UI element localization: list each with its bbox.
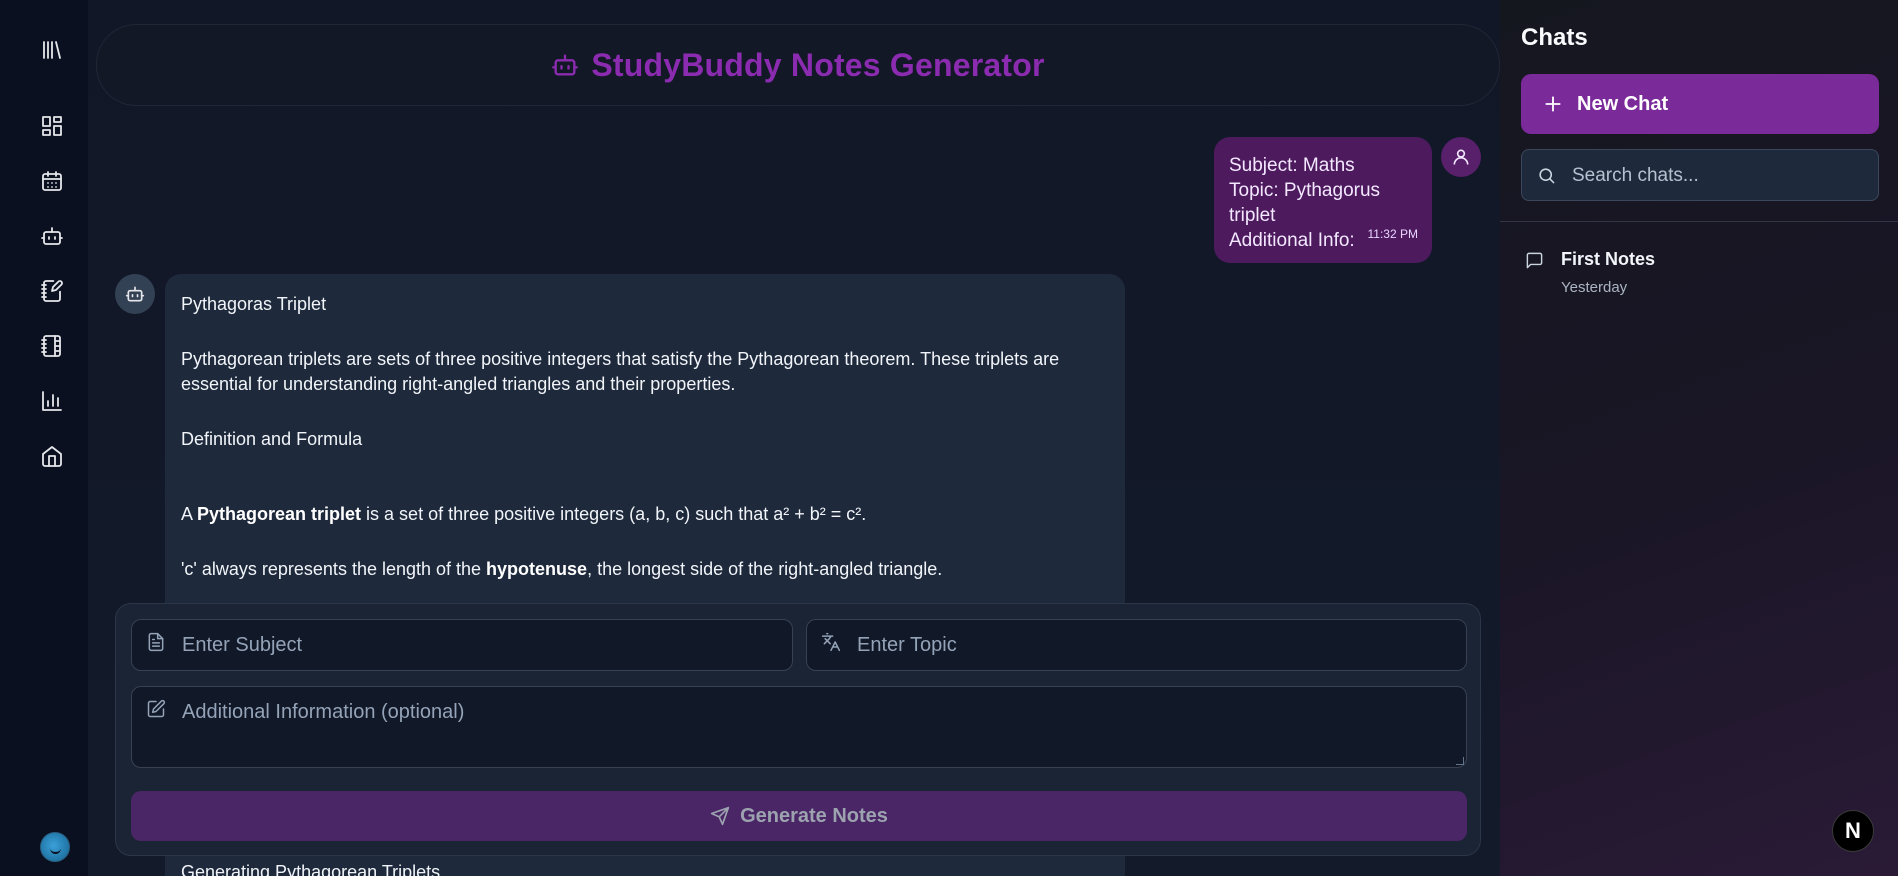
notebook-tabs-icon[interactable] <box>36 330 68 362</box>
languages-icon <box>821 632 841 658</box>
library-icon[interactable] <box>36 34 68 66</box>
edit-icon <box>146 699 166 725</box>
user-message-subject: Subject: Maths <box>1229 155 1355 176</box>
notes-intro: Pythagorean triplets are sets of three p… <box>181 349 1060 394</box>
additional-info-placeholder: Additional Information (optional) <box>182 701 465 723</box>
user-avatar[interactable] <box>40 832 70 862</box>
sidebar-title: Chats <box>1521 24 1588 51</box>
notes-subsection: Generating Pythagorean Triplets <box>181 862 441 876</box>
resize-handle[interactable] <box>1456 757 1464 765</box>
notes-section-title: Definition and Formula <box>181 429 363 449</box>
user-icon <box>1441 137 1481 177</box>
notes-heading: Pythagoras Triplet <box>181 294 327 314</box>
notebook-pen-icon[interactable] <box>36 275 68 307</box>
chat-list-item[interactable]: First Notes Yesterday <box>1521 246 1879 302</box>
notes-hypotenuse: 'c' always represents the length of the … <box>181 559 943 579</box>
search-icon <box>1539 168 1555 184</box>
notes-form: Enter Subject Enter Topic Additional Inf… <box>115 603 1481 856</box>
subject-input[interactable]: Enter Subject <box>131 619 793 671</box>
bar-chart-icon[interactable] <box>36 385 68 417</box>
chat-name: First Notes <box>1561 249 1656 269</box>
generate-notes-label: Generate Notes <box>740 804 888 827</box>
new-chat-label: New Chat <box>1577 92 1669 115</box>
calendar-icon[interactable] <box>36 165 68 197</box>
notes-definition: A Pythagorean triplet is a set of three … <box>181 504 867 524</box>
subject-placeholder: Enter Subject <box>182 634 303 656</box>
new-chat-button[interactable]: New Chat <box>1521 74 1879 134</box>
chat-main: StudyBuddy Notes Generator Subject: Math… <box>88 0 1500 876</box>
chats-sidebar: Chats New Chat First Notes Yesterday <box>1500 0 1898 876</box>
divider <box>1500 221 1898 222</box>
user-message-bubble: Subject: Maths Topic: Pythagorus triplet… <box>1214 137 1432 263</box>
page-title: StudyBuddy Notes Generator <box>591 46 1045 83</box>
topic-placeholder: Enter Topic <box>857 634 957 656</box>
send-icon <box>710 806 730 826</box>
page-header: StudyBuddy Notes Generator <box>96 24 1500 106</box>
generate-notes-button[interactable]: Generate Notes <box>131 791 1467 841</box>
left-nav-rail <box>0 0 88 876</box>
bot-icon <box>115 274 155 314</box>
chat-date: Yesterday <box>1561 279 1628 296</box>
plus-icon <box>1545 96 1561 112</box>
next-dev-badge[interactable]: N <box>1832 810 1874 852</box>
message-square-icon <box>1526 252 1543 269</box>
file-text-icon <box>146 632 166 658</box>
home-icon[interactable] <box>36 440 68 472</box>
topic-input[interactable]: Enter Topic <box>806 619 1467 671</box>
message-timestamp: 11:32 PM <box>1367 227 1418 241</box>
dashboard-icon[interactable] <box>36 110 68 142</box>
search-input[interactable] <box>1572 162 1862 190</box>
user-message-topic: Topic: Pythagorus triplet <box>1229 180 1381 226</box>
additional-info-textarea[interactable]: Additional Information (optional) <box>131 686 1467 768</box>
search-chats <box>1521 149 1879 201</box>
bot-icon[interactable] <box>36 220 68 252</box>
bot-icon <box>552 54 579 76</box>
